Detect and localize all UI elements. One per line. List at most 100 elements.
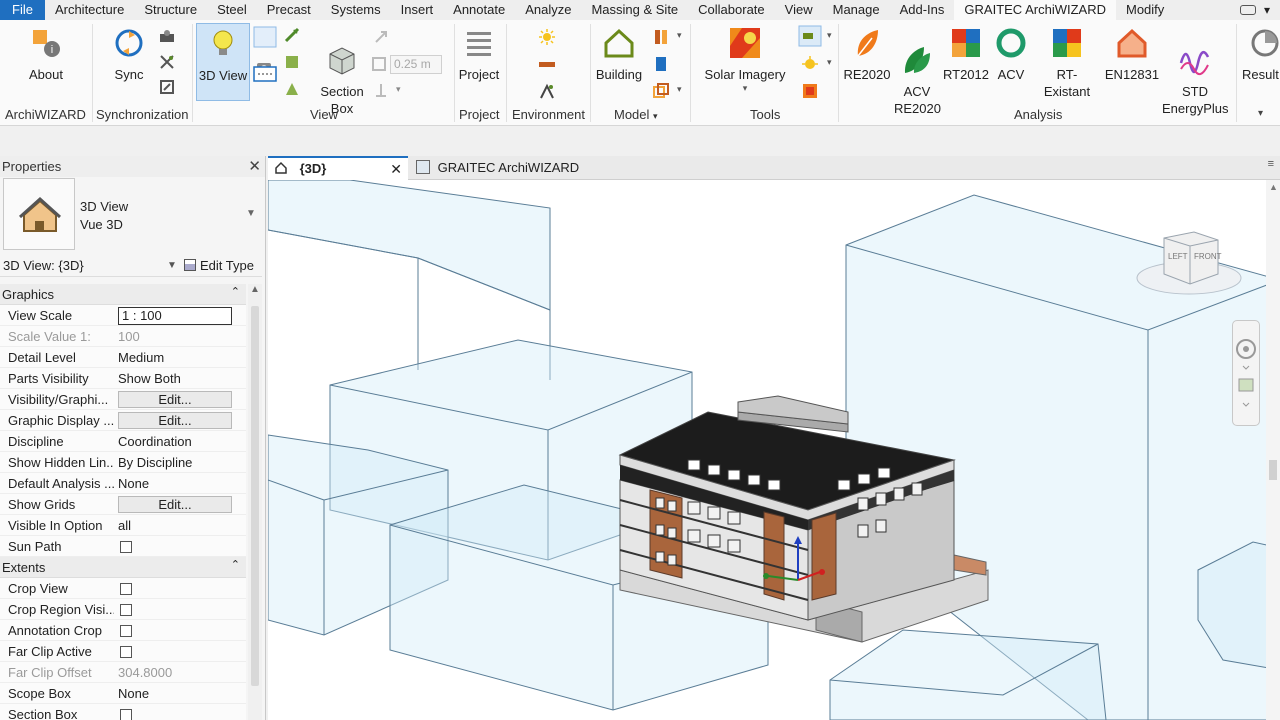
property-checkbox[interactable]: [120, 646, 132, 658]
menu-tab-modify[interactable]: Modify: [1116, 0, 1174, 20]
en12831-button[interactable]: EN12831: [1104, 26, 1160, 83]
model-tool-2-icon[interactable]: [652, 55, 670, 73]
properties-scrollbar[interactable]: ▲: [248, 284, 262, 720]
close-icon[interactable]: ✕: [248, 156, 261, 177]
property-value[interactable]: None: [118, 683, 232, 704]
scroll-thumb[interactable]: [1269, 460, 1277, 480]
menu-tab-precast[interactable]: Precast: [257, 0, 321, 20]
menu-tab-view[interactable]: View: [775, 0, 823, 20]
property-checkbox[interactable]: [120, 583, 132, 595]
view-tool-3-icon[interactable]: [283, 26, 301, 44]
project-button[interactable]: Project: [455, 26, 503, 83]
property-edit-button[interactable]: Edit...: [118, 496, 232, 513]
sync-tool-1-icon[interactable]: [158, 28, 176, 46]
re2020-button[interactable]: RE2020: [842, 26, 892, 83]
scroll-up-icon[interactable]: ▲: [1269, 182, 1278, 192]
menu-tab-add-ins[interactable]: Add-Ins: [890, 0, 955, 20]
close-icon[interactable]: ✕: [390, 158, 402, 180]
menu-tab-architecture[interactable]: Architecture: [45, 0, 134, 20]
chevron-up-icon[interactable]: ⌃: [231, 282, 240, 303]
view-tool-5-icon[interactable]: [283, 80, 301, 98]
sun-icon[interactable]: [538, 28, 556, 46]
ribbon-expand-icon[interactable]: ▾: [1258, 108, 1263, 119]
model-panel-dropdown-icon[interactable]: ▾: [653, 111, 658, 121]
section-tool-1-icon[interactable]: [372, 28, 390, 46]
sync-tool-3-icon[interactable]: [158, 78, 176, 96]
type-dropdown-icon[interactable]: ▼: [246, 208, 256, 219]
menu-tab-annotate[interactable]: Annotate: [443, 0, 515, 20]
solar-dropdown-icon[interactable]: ▾: [702, 83, 788, 93]
tools-1-dropdown-icon[interactable]: ▾: [827, 30, 832, 41]
type-selector[interactable]: 3D View Vue 3D: [80, 198, 128, 234]
tools-3-icon[interactable]: [801, 82, 819, 100]
rt-existant-button[interactable]: RT-Existant: [1034, 26, 1100, 100]
chevron-up-icon[interactable]: ⌃: [231, 555, 240, 576]
type-thumbnail[interactable]: [3, 178, 75, 250]
panel-label-model[interactable]: Model ▾: [614, 107, 658, 122]
menu-tab-systems[interactable]: Systems: [321, 0, 391, 20]
property-value[interactable]: None: [118, 473, 232, 494]
acv-re2020-button[interactable]: ACV RE2020: [894, 26, 941, 134]
property-checkbox[interactable]: [120, 709, 132, 720]
menu-tab-collaborate[interactable]: Collaborate: [688, 0, 775, 20]
property-edit-button[interactable]: Edit...: [118, 391, 232, 408]
tools-1-icon[interactable]: [798, 25, 822, 47]
terrain-icon[interactable]: [538, 55, 556, 73]
property-checkbox[interactable]: [120, 604, 132, 616]
canvas-scrollbar[interactable]: ▲: [1266, 180, 1280, 720]
tools-2-dropdown-icon[interactable]: ▾: [827, 57, 832, 68]
3d-view-canvas[interactable]: LEFT FRONT ▲: [268, 180, 1280, 720]
property-checkbox[interactable]: [120, 625, 132, 637]
navigation-bar[interactable]: [1232, 320, 1260, 426]
3d-view-button[interactable]: 3D View: [196, 23, 250, 101]
tools-2-icon[interactable]: [801, 55, 819, 73]
section-header-graphics[interactable]: Graphics ⌃: [0, 284, 246, 305]
acv-button[interactable]: ACV: [994, 26, 1028, 83]
edit-type-button[interactable]: Edit Type: [184, 255, 254, 277]
scroll-thumb[interactable]: [251, 306, 259, 686]
results-button[interactable]: Result: [1242, 26, 1280, 83]
view-tool-2-icon[interactable]: [253, 64, 277, 84]
instance-selector[interactable]: 3D View: {3D} ▼ Edit Type: [0, 255, 262, 277]
menu-tab-graitec-archiwizard[interactable]: GRAITEC ArchiWIZARD: [954, 0, 1116, 20]
menu-tab-analyze[interactable]: Analyze: [515, 0, 581, 20]
offset-input[interactable]: 0.25 m: [390, 55, 442, 74]
section-tool-2-icon[interactable]: [370, 55, 388, 73]
chevron-down-icon[interactable]: ▼: [167, 255, 177, 277]
about-button[interactable]: i About: [24, 26, 68, 83]
property-value[interactable]: Coordination: [118, 431, 232, 452]
model-tool-3-dropdown-icon[interactable]: ▾: [677, 84, 682, 95]
sync-button[interactable]: Sync: [108, 26, 150, 83]
sync-tool-2-icon[interactable]: [158, 53, 176, 71]
shading-icon[interactable]: [538, 82, 556, 100]
tab-3d[interactable]: {3D} ✕: [268, 156, 408, 180]
viewcube[interactable]: LEFT FRONT: [1134, 228, 1244, 303]
property-value[interactable]: By Discipline: [118, 452, 232, 473]
ribbon-options-icon[interactable]: [1239, 5, 1256, 15]
tab-archiwizard[interactable]: GRAITEC ArchiWIZARD: [412, 156, 632, 180]
building-button[interactable]: Building: [594, 26, 644, 83]
property-value-input[interactable]: 1 : 100: [118, 307, 232, 325]
property-edit-button[interactable]: Edit...: [118, 412, 232, 429]
section-dropdown-icon[interactable]: ▾: [396, 84, 401, 95]
section-tool-3-icon[interactable]: [372, 82, 390, 100]
scroll-up-icon[interactable]: ▲: [250, 284, 260, 295]
menu-tab-file[interactable]: File: [0, 0, 45, 20]
solar-imagery-button[interactable]: Solar Imagery ▾: [702, 26, 788, 93]
chevron-down-icon[interactable]: ▾: [1264, 3, 1270, 17]
property-value[interactable]: all: [118, 515, 232, 536]
menu-tab-insert[interactable]: Insert: [391, 0, 444, 20]
menu-tab-manage[interactable]: Manage: [823, 0, 890, 20]
view-tool-4-icon[interactable]: [283, 53, 301, 71]
menu-tab-steel[interactable]: Steel: [207, 0, 257, 20]
property-checkbox[interactable]: [120, 541, 132, 553]
model-tool-3-icon[interactable]: [652, 82, 670, 100]
model-tool-1-icon[interactable]: [652, 28, 670, 46]
menu-tab-massing-site[interactable]: Massing & Site: [581, 0, 688, 20]
std-energyplus-button[interactable]: STD EnergyPlus: [1162, 26, 1228, 134]
menu-tab-structure[interactable]: Structure: [134, 0, 207, 20]
view-tool-1-icon[interactable]: [253, 26, 277, 48]
model-tool-1-dropdown-icon[interactable]: ▾: [677, 30, 682, 41]
tabs-menu-icon[interactable]: ≡: [1268, 158, 1274, 170]
property-value[interactable]: Show Both: [118, 368, 232, 389]
